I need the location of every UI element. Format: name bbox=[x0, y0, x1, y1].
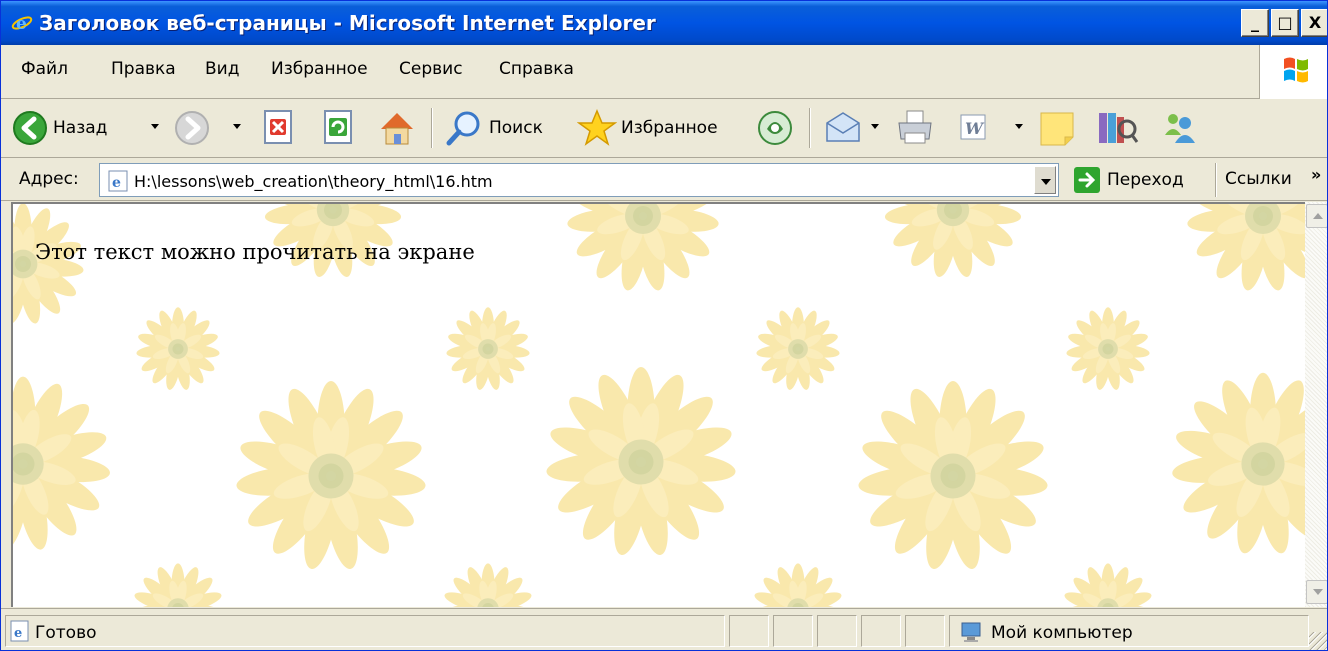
edit-dropdown-icon[interactable] bbox=[1015, 124, 1023, 129]
ie-logo-icon: e bbox=[11, 14, 33, 34]
word-edit-icon: W bbox=[960, 114, 986, 140]
forward-dropdown-icon[interactable] bbox=[233, 124, 241, 129]
page-done-icon: e bbox=[10, 620, 29, 642]
menu-view[interactable]: Вид bbox=[205, 59, 239, 79]
edit-button[interactable]: W bbox=[955, 108, 991, 148]
back-label: Назад bbox=[53, 118, 108, 138]
svg-text:W: W bbox=[965, 119, 985, 138]
status-cell bbox=[729, 615, 769, 647]
print-button[interactable] bbox=[895, 108, 935, 148]
svg-text:e: e bbox=[16, 14, 27, 34]
forward-arrow-icon bbox=[175, 111, 209, 145]
mail-dropdown-icon[interactable] bbox=[871, 124, 879, 129]
status-main-cell bbox=[5, 615, 725, 647]
media-button[interactable] bbox=[755, 108, 795, 148]
menu-favorites[interactable]: Избранное bbox=[271, 59, 368, 79]
scroll-down-button[interactable] bbox=[1306, 580, 1327, 604]
arrow-down-icon bbox=[1313, 589, 1323, 595]
svg-text:e: e bbox=[112, 175, 121, 191]
status-text: Готово bbox=[35, 623, 97, 643]
status-cell bbox=[773, 615, 813, 647]
close-button[interactable]: X bbox=[1301, 9, 1327, 37]
resize-grip[interactable] bbox=[1309, 632, 1327, 650]
address-field[interactable]: e bbox=[99, 163, 1059, 197]
svg-text:e: e bbox=[14, 626, 22, 641]
security-zone-text: Мой компьютер bbox=[991, 623, 1133, 643]
minimize-button[interactable]: _ bbox=[1241, 9, 1269, 37]
toolbar-separator bbox=[431, 108, 433, 148]
chevron-down-icon bbox=[1041, 179, 1051, 185]
research-button[interactable] bbox=[1095, 108, 1139, 148]
menu-tools[interactable]: Сервис bbox=[399, 59, 463, 79]
go-button[interactable]: Переход bbox=[1073, 163, 1184, 197]
favorites-star-icon bbox=[577, 109, 617, 146]
ie-window: e Заголовок веб-страницы - Microsoft Int… bbox=[0, 0, 1328, 651]
status-cell bbox=[905, 615, 945, 647]
standard-toolbar: Назад Поиск Избранное W bbox=[1, 100, 1327, 158]
home-button[interactable] bbox=[377, 108, 417, 148]
refresh-button[interactable] bbox=[321, 108, 355, 148]
search-icon bbox=[446, 111, 480, 146]
maximize-button[interactable]: □ bbox=[1271, 9, 1299, 37]
discuss-button[interactable] bbox=[1037, 108, 1077, 148]
back-button[interactable]: Назад bbox=[11, 108, 107, 148]
status-cell bbox=[817, 615, 857, 647]
back-arrow-icon bbox=[13, 111, 47, 145]
messenger-button[interactable] bbox=[1159, 108, 1199, 148]
menu-file[interactable]: Файл bbox=[21, 59, 68, 79]
toolbar-separator bbox=[809, 108, 811, 148]
status-bar: e Готово Мой компьютер bbox=[1, 608, 1327, 650]
favorites-button[interactable]: Избранное bbox=[577, 108, 718, 148]
favorites-label: Избранное bbox=[621, 118, 718, 138]
status-cell bbox=[861, 615, 901, 647]
mail-button[interactable] bbox=[823, 108, 863, 148]
window-title: Заголовок веб-страницы - Microsoft Inter… bbox=[39, 11, 656, 35]
arrow-up-icon bbox=[1313, 213, 1323, 219]
home-icon bbox=[381, 113, 413, 145]
address-input[interactable] bbox=[134, 170, 1014, 192]
menu-help[interactable]: Справка bbox=[499, 59, 574, 79]
refresh-icon bbox=[324, 110, 352, 144]
page-content: Этот текст можно прочитать на экране bbox=[11, 202, 1305, 607]
discuss-note-icon bbox=[1040, 112, 1074, 146]
search-label: Поиск bbox=[489, 118, 543, 138]
page-body-text: Этот текст можно прочитать на экране bbox=[35, 240, 475, 264]
media-icon bbox=[758, 111, 792, 145]
address-bar: Адрес: e Переход Ссылки » bbox=[1, 159, 1327, 201]
links-chevron-icon[interactable]: » bbox=[1311, 165, 1321, 184]
go-arrow-icon bbox=[1074, 167, 1100, 193]
computer-icon bbox=[961, 622, 981, 642]
research-books-icon bbox=[1099, 113, 1139, 143]
address-label: Адрес: bbox=[19, 169, 79, 189]
go-label: Переход bbox=[1107, 170, 1184, 190]
flower-wallpaper bbox=[13, 204, 1305, 607]
back-dropdown-icon[interactable] bbox=[151, 124, 159, 129]
page-icon: e bbox=[108, 170, 128, 192]
messenger-icon bbox=[1165, 114, 1195, 143]
printer-icon bbox=[898, 110, 932, 144]
stop-icon bbox=[264, 110, 292, 144]
vertical-scrollbar[interactable] bbox=[1305, 202, 1327, 607]
scroll-up-button[interactable] bbox=[1306, 204, 1327, 228]
mail-icon bbox=[826, 112, 860, 142]
title-bar[interactable]: e Заголовок веб-страницы - Microsoft Int… bbox=[1, 1, 1327, 45]
links-button[interactable]: Ссылки bbox=[1225, 169, 1292, 189]
forward-button[interactable] bbox=[173, 108, 211, 148]
search-button[interactable]: Поиск bbox=[445, 108, 543, 148]
toolbar-separator bbox=[1215, 163, 1217, 197]
menu-bar: Файл Правка Вид Избранное Сервис Справка bbox=[1, 45, 1327, 99]
address-dropdown-button[interactable] bbox=[1034, 166, 1056, 194]
menu-edit[interactable]: Правка bbox=[111, 59, 176, 79]
windows-logo bbox=[1259, 45, 1327, 99]
stop-button[interactable] bbox=[261, 108, 295, 148]
windows-flag-icon bbox=[1284, 57, 1308, 83]
